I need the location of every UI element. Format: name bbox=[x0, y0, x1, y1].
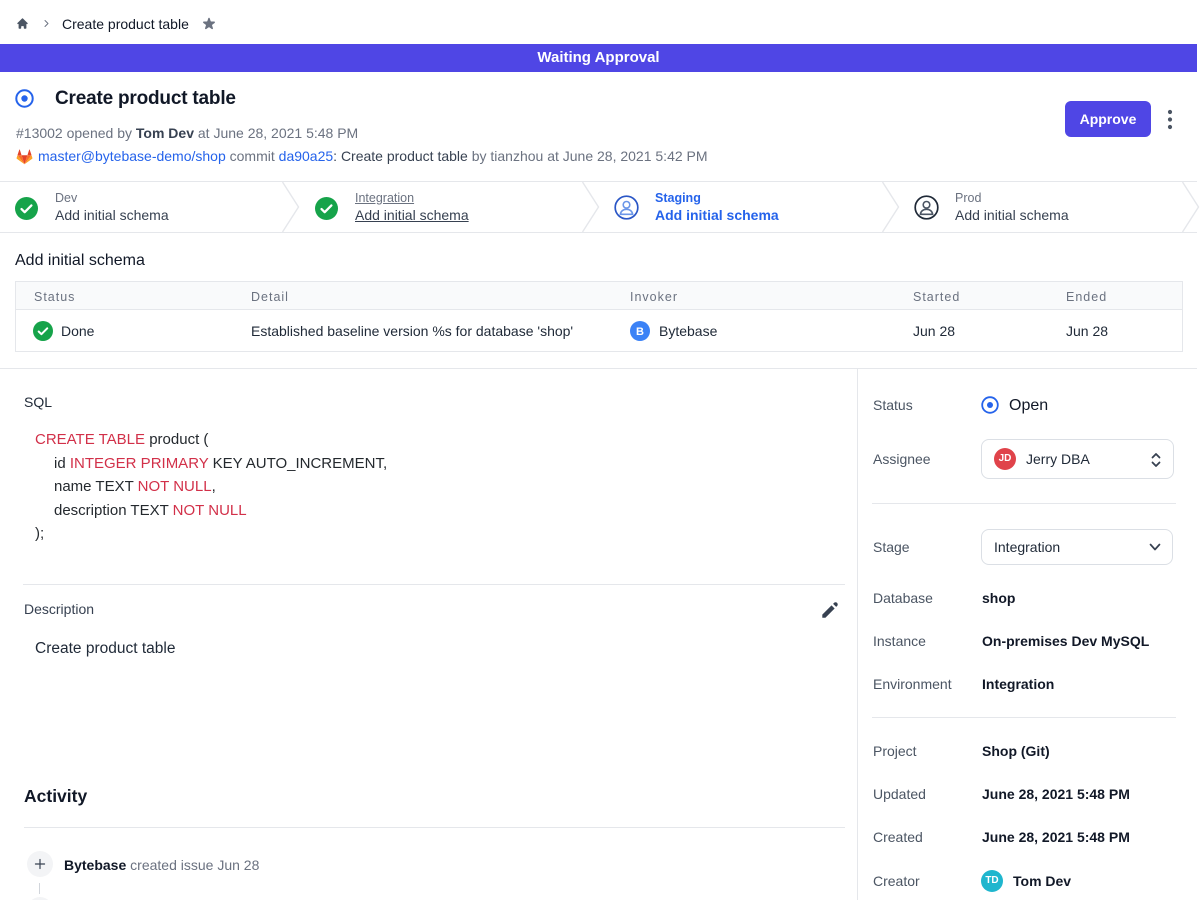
svg-text:B: B bbox=[636, 326, 644, 338]
